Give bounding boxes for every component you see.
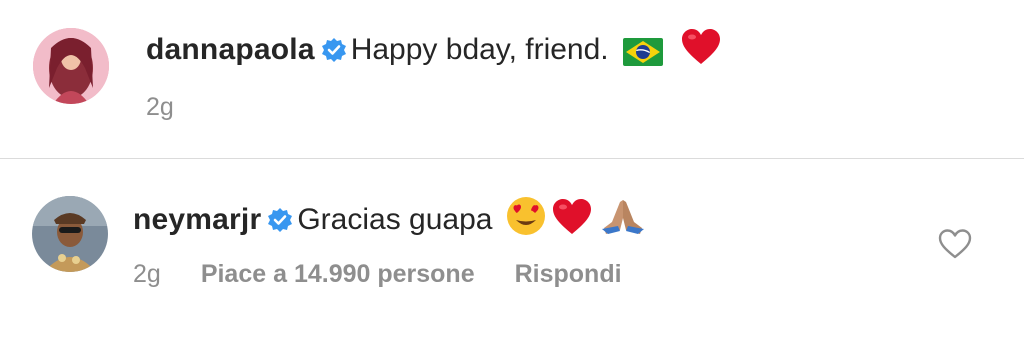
comment-meta: 2g Piace a 14.990 persone Rispondi: [133, 259, 622, 289]
folded-hands-icon: [600, 196, 646, 245]
username[interactable]: dannapaola: [146, 33, 315, 66]
red-heart-icon: [552, 198, 592, 245]
comment-text: Happy bday, friend.: [350, 33, 609, 66]
brazil-flag-icon: [622, 38, 663, 75]
timestamp: 2g: [133, 260, 161, 288]
red-heart-icon: [681, 28, 721, 75]
avatar-image: [32, 196, 108, 272]
avatar-dannapaola[interactable]: [33, 28, 109, 104]
verified-badge-icon: [321, 36, 347, 72]
divider: [0, 158, 1024, 159]
like-heart-icon[interactable]: [937, 228, 973, 260]
comment-line: neymarjr Gracias guapa: [133, 196, 646, 245]
username[interactable]: neymarjr: [133, 203, 261, 236]
timestamp: 2g: [146, 93, 174, 121]
heart-eyes-icon: [506, 196, 546, 245]
reply-button[interactable]: Rispondi: [515, 260, 622, 288]
likes-count-link[interactable]: Piace a 14.990 persone: [201, 260, 475, 288]
comment-line: dannapaola Happy bday, friend.: [146, 28, 721, 75]
comment-text: Gracias guapa: [297, 203, 493, 236]
avatar-image: [33, 28, 109, 104]
verified-badge-icon: [267, 206, 293, 242]
comment-meta: 2g: [146, 92, 174, 122]
avatar-neymarjr[interactable]: [32, 196, 108, 272]
